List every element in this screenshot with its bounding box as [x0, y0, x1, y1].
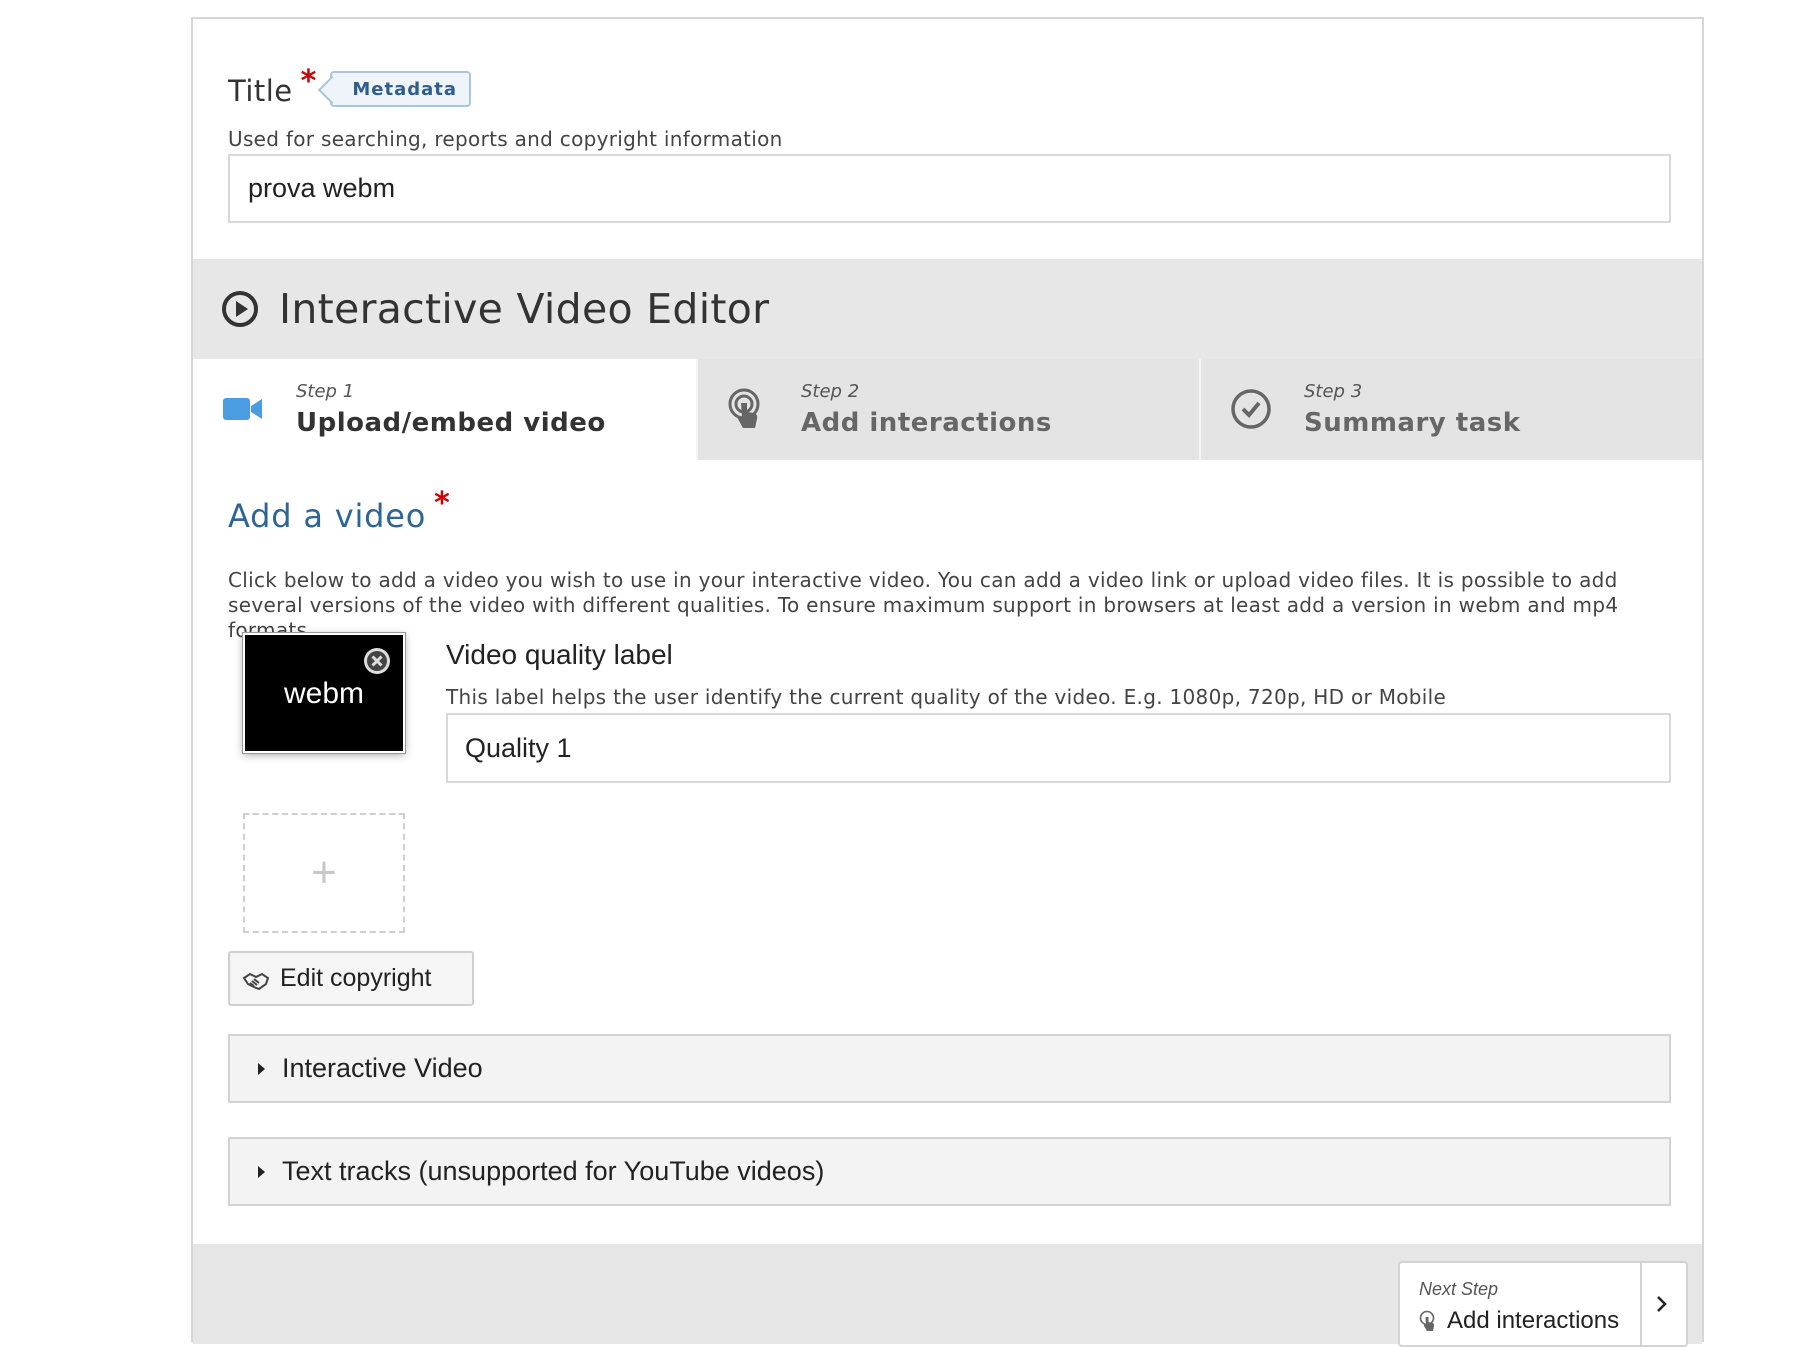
- group-label: Text tracks (unsupported for YouTube vid…: [282, 1156, 825, 1186]
- step-number: Step 1: [296, 381, 355, 402]
- group-interactive-video[interactable]: Interactive Video: [228, 1034, 1671, 1103]
- step-number: Step 2: [801, 381, 860, 402]
- tab-step-2[interactable]: Step 2 Add interactions: [696, 359, 1199, 460]
- add-video-title: Add a video: [228, 497, 427, 535]
- chevron-right-icon: [1657, 1296, 1667, 1312]
- next-step-caption: Next Step: [1419, 1279, 1499, 1299]
- add-video-heading: Add a video *: [228, 489, 451, 536]
- next-step-label: Add interactions: [1447, 1307, 1620, 1334]
- caret-right-icon: [258, 1062, 265, 1075]
- touch-pointer-icon: [1419, 1310, 1435, 1331]
- title-input[interactable]: prova webm: [228, 154, 1671, 223]
- next-step-main: Add interactions: [1419, 1307, 1619, 1335]
- edit-copyright-label: Edit copyright: [280, 964, 432, 992]
- touch-pointer-icon: [728, 388, 760, 428]
- metadata-button[interactable]: Metadata: [330, 71, 472, 107]
- check-circle-icon: [1231, 389, 1271, 429]
- step-name: Add interactions: [801, 408, 1052, 438]
- video-camera-icon: [223, 398, 262, 420]
- video-file-thumbnail[interactable]: webm: [243, 633, 405, 753]
- handshake-icon: [242, 972, 270, 990]
- title-field-header: Title * Metadata: [228, 53, 472, 108]
- video-file-label: webm: [283, 677, 365, 710]
- next-step-divider: [1640, 1263, 1642, 1345]
- play-circle-icon: [222, 291, 258, 327]
- group-text-tracks[interactable]: Text tracks (unsupported for YouTube vid…: [228, 1137, 1671, 1206]
- remove-file-icon[interactable]: [363, 647, 391, 675]
- quality-label-title: Video quality label: [446, 639, 673, 670]
- quality-label-description: This label helps the user identify the c…: [446, 685, 1447, 709]
- step-name: Summary task: [1304, 408, 1521, 438]
- tab-step-3[interactable]: Step 3 Summary task: [1199, 359, 1702, 460]
- caret-right-icon: [258, 1165, 265, 1178]
- editor-header: Interactive Video Editor: [193, 259, 1702, 359]
- editor-frame: Title * Metadata Used for searching, rep…: [191, 17, 1704, 1347]
- editor-title: Interactive Video Editor: [279, 285, 770, 333]
- required-asterisk: *: [300, 64, 317, 99]
- editor-footer: Next Step Add interactions: [193, 1244, 1702, 1347]
- tab-step-1[interactable]: Step 1 Upload/embed video: [193, 359, 696, 460]
- next-step-button[interactable]: Next Step Add interactions: [1398, 1261, 1688, 1347]
- step-name: Upload/embed video: [296, 408, 606, 438]
- title-label: Title: [228, 74, 293, 108]
- quality-label-input[interactable]: Quality 1: [446, 713, 1671, 783]
- add-video-file-button[interactable]: +: [243, 813, 405, 933]
- step-number: Step 3: [1304, 381, 1363, 402]
- required-asterisk: *: [434, 486, 451, 521]
- add-video-description: Click below to add a video you wish to u…: [228, 568, 1619, 642]
- title-description: Used for searching, reports and copyrigh…: [228, 127, 783, 151]
- group-label: Interactive Video: [282, 1053, 483, 1083]
- step-tabs: Step 1 Upload/embed video Step 2 Add int…: [193, 359, 1702, 460]
- edit-copyright-button[interactable]: Edit copyright: [228, 951, 474, 1006]
- page: Title * Metadata Used for searching, rep…: [0, 0, 1818, 1347]
